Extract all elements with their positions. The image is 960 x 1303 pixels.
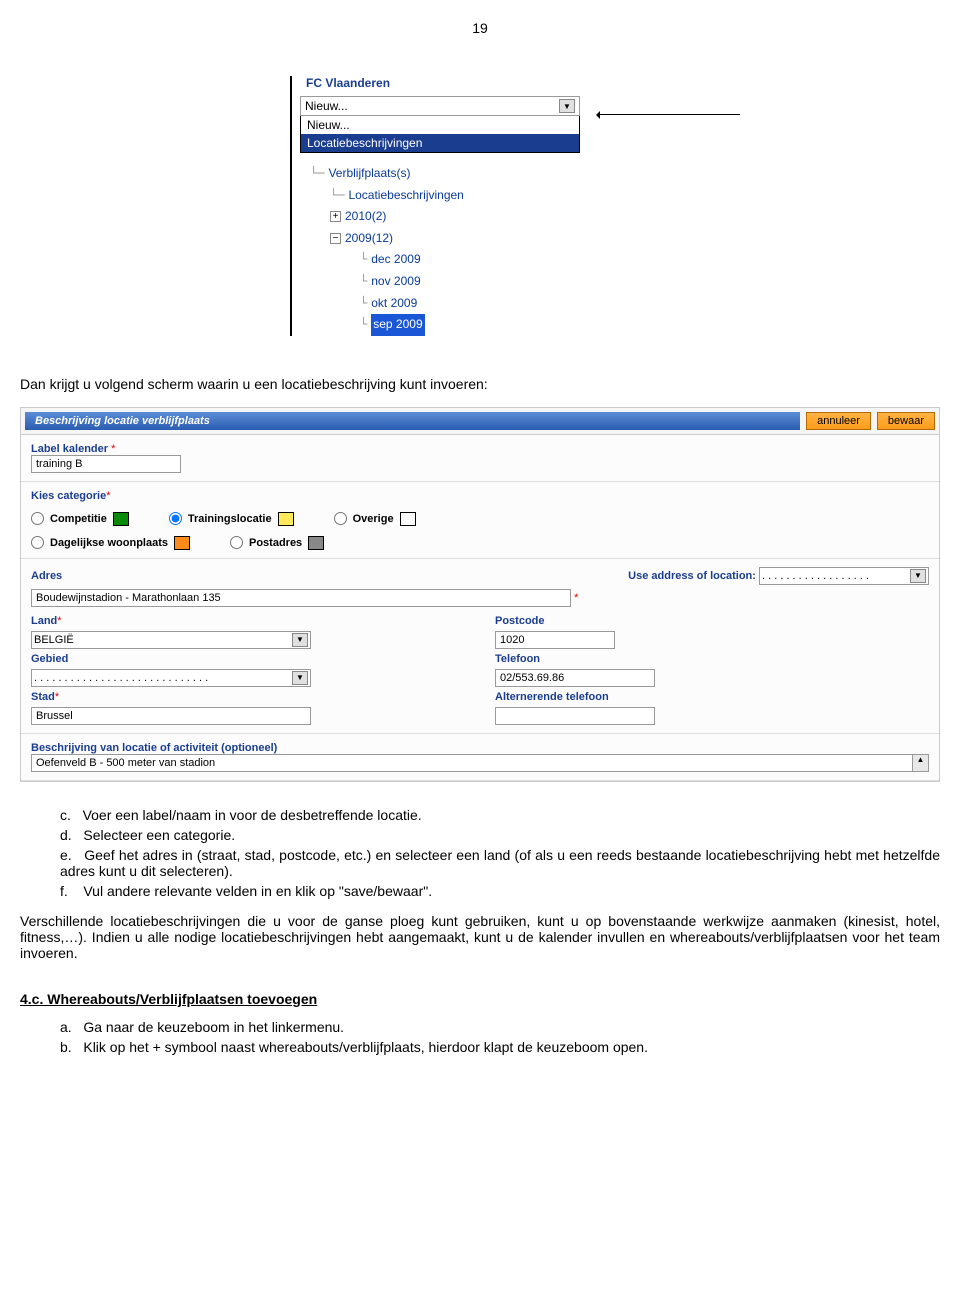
tree-node[interactable]: 2009(12) — [345, 228, 393, 250]
chevron-down-icon[interactable]: ▼ — [559, 99, 575, 113]
list-item: Vul andere relevante velden in en klik o… — [83, 883, 432, 899]
adres-input[interactable] — [31, 589, 571, 607]
postcode-label: Postcode — [495, 615, 545, 627]
swatch-yellow — [278, 512, 294, 526]
chevron-down-icon[interactable]: ▼ — [292, 633, 308, 647]
cat-dagelijkse-radio[interactable] — [31, 536, 44, 549]
telefoon-label: Telefoon — [495, 653, 540, 665]
use-loc-label: Use address of location: — [628, 570, 756, 582]
save-button[interactable]: bewaar — [877, 412, 935, 430]
tree-dropdown[interactable]: Nieuw... ▼ Nieuw... Locatiebeschrijvinge… — [300, 96, 580, 153]
intro-text: Dan krijgt u volgend scherm waarin u een… — [20, 376, 940, 392]
form-title: Beschrijving locatie verblijfplaats — [25, 412, 800, 430]
cat-postadres-label: Postadres — [249, 537, 302, 549]
alt-telefoon-label: Alternerende telefoon — [495, 691, 609, 703]
stad-label: Stad — [31, 691, 55, 703]
use-loc-value[interactable]: . . . . . . . . . . . . . . . . . . — [762, 570, 869, 582]
cat-overige-label: Overige — [353, 513, 394, 525]
expand-icon[interactable]: + — [330, 211, 341, 222]
dropdown-value: Nieuw... — [305, 99, 348, 113]
cat-postadres-radio[interactable] — [230, 536, 243, 549]
swatch-white — [400, 512, 416, 526]
land-label: Land — [31, 615, 57, 627]
cancel-button[interactable]: annuleer — [806, 412, 871, 430]
cat-overige-radio[interactable] — [334, 512, 347, 525]
scroll-up-icon[interactable]: ▲ — [913, 754, 929, 772]
kies-categorie-label: Kies categorie — [31, 490, 106, 502]
swatch-green — [113, 512, 129, 526]
swatch-gray — [308, 536, 324, 550]
tree-nodes: └─Verblijfplaats(s) └─Locatiebeschrijvin… — [310, 163, 720, 336]
telefoon-input[interactable] — [495, 669, 655, 687]
list-item: Voer een label/naam in voor de desbetref… — [83, 807, 422, 823]
postcode-input[interactable] — [495, 631, 615, 649]
list-item: Ga naar de keuzeboom in het linkermenu. — [83, 1019, 344, 1035]
form-panel: Beschrijving locatie verblijfplaats annu… — [20, 407, 940, 782]
cat-competitie-label: Competitie — [50, 513, 107, 525]
tree-node[interactable]: dec 2009 — [371, 249, 420, 271]
land-value: BELGIË — [34, 634, 74, 646]
adres-label: Adres — [31, 570, 62, 582]
beschrijving-input[interactable] — [31, 754, 913, 772]
label-kalender-label: Label kalender — [31, 443, 108, 455]
collapse-icon[interactable]: − — [330, 233, 341, 244]
document-body: c. Voer een label/naam in voor de desbet… — [20, 807, 940, 1055]
list-item: Selecteer een categorie. — [83, 827, 235, 843]
swatch-orange — [174, 536, 190, 550]
tree-title: FC Vlaanderen — [306, 76, 720, 90]
gebied-label: Gebied — [31, 653, 68, 665]
label-kalender-input[interactable] — [31, 455, 181, 473]
page-number: 19 — [20, 20, 940, 36]
tree-node-selected[interactable]: sep 2009 — [371, 314, 424, 336]
cat-competitie-radio[interactable] — [31, 512, 44, 525]
dropdown-option[interactable]: Nieuw... — [301, 116, 579, 134]
arrow-annotation — [600, 114, 740, 115]
list-item: Klik op het + symbool naast whereabouts/… — [83, 1039, 648, 1055]
chevron-down-icon[interactable]: ▼ — [910, 569, 926, 583]
tree-node[interactable]: nov 2009 — [371, 271, 420, 293]
tree-node[interactable]: okt 2009 — [371, 293, 417, 315]
dropdown-option[interactable]: Locatiebeschrijvingen — [301, 134, 579, 152]
tree-panel: FC Vlaanderen Nieuw... ▼ Nieuw... Locati… — [300, 76, 720, 336]
cat-training-label: Trainingslocatie — [188, 513, 272, 525]
gebied-value: . . . . . . . . . . . . . . . . . . . . … — [34, 672, 208, 684]
alt-telefoon-input[interactable] — [495, 707, 655, 725]
tree-node[interactable]: 2010(2) — [345, 206, 386, 228]
list-item: Geef het adres in (straat, stad, postcod… — [60, 847, 940, 879]
chevron-down-icon[interactable]: ▼ — [292, 671, 308, 685]
land-select[interactable]: BELGIË ▼ — [31, 631, 311, 649]
cat-dagelijkse-label: Dagelijkse woonplaats — [50, 537, 168, 549]
beschrijving-label: Beschrijving van locatie of activiteit (… — [31, 742, 277, 754]
tree-node[interactable]: Locatiebeschrijvingen — [348, 185, 463, 207]
cat-training-radio[interactable] — [169, 512, 182, 525]
section-heading: 4.c. Whereabouts/Verblijfplaatsen toevoe… — [20, 991, 940, 1007]
gebied-select[interactable]: . . . . . . . . . . . . . . . . . . . . … — [31, 669, 311, 687]
stad-input[interactable] — [31, 707, 311, 725]
tree-node[interactable]: Verblijfplaats(s) — [328, 163, 410, 185]
paragraph: Verschillende locatiebeschrijvingen die … — [20, 913, 940, 961]
